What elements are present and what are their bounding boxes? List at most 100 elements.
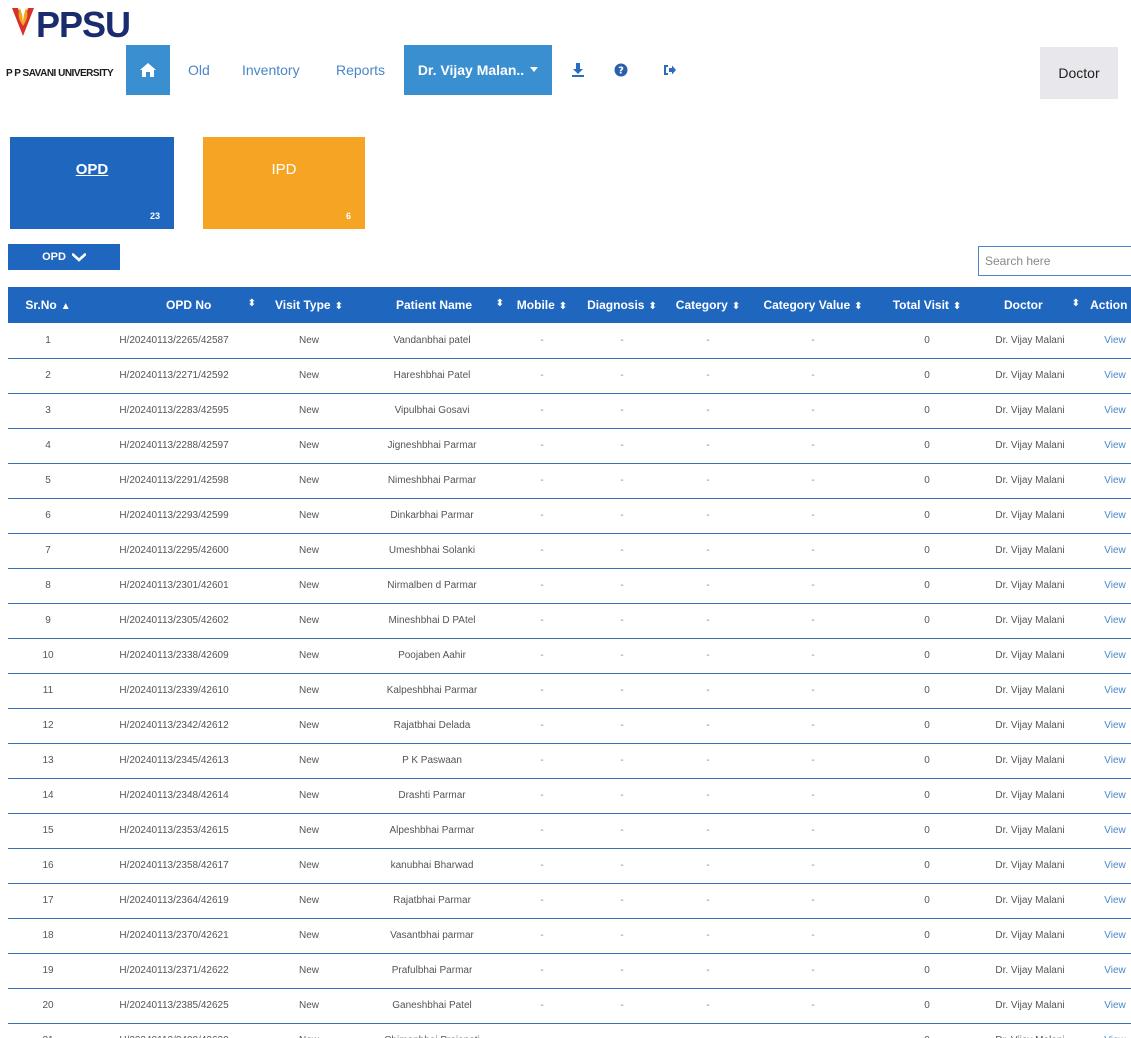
cell-diagnosis: -: [620, 930, 624, 941]
cell-doctor: Dr. Vijay Malani: [995, 580, 1065, 591]
view-link[interactable]: View: [1082, 988, 1131, 1023]
ipd-tile-label: IPD: [271, 161, 297, 178]
cell-doctor: Dr. Vijay Malani: [995, 685, 1065, 696]
view-link[interactable]: View: [1082, 918, 1131, 953]
view-link[interactable]: View: [1082, 848, 1131, 883]
col-header-action[interactable]: Action⬍: [1082, 287, 1131, 323]
cell-diagnosis: -: [620, 510, 624, 521]
view-link[interactable]: View: [1082, 603, 1131, 638]
view-link[interactable]: View: [1082, 323, 1131, 358]
cell-patientname: Vipulbhai Gosavi: [394, 405, 470, 416]
sort-icon: ⬍: [558, 301, 568, 312]
user-menu-dropdown[interactable]: Dr. Vijay Malan..: [404, 45, 552, 95]
brand-name: PPSU: [36, 4, 131, 45]
view-link[interactable]: View: [1082, 638, 1131, 673]
cell-diagnosis: -: [620, 615, 624, 626]
cell-opdno: H/20240113/2371/42622: [119, 965, 229, 976]
opd-summary-tile[interactable]: OPD 23: [10, 137, 174, 229]
nav-link-old[interactable]: Old: [188, 62, 210, 78]
col-header-categoryvalue[interactable]: Category Value ⬍: [750, 287, 876, 323]
view-link[interactable]: View: [1082, 743, 1131, 778]
col-header-patientname[interactable]: Patient Name ⬍: [358, 287, 506, 323]
col-header-visittype[interactable]: Visit Type ⬍: [260, 287, 358, 323]
cell-doctor: Dr. Vijay Malani: [995, 334, 1065, 346]
view-link[interactable]: View: [1082, 1023, 1131, 1038]
cell-mobile: -: [540, 580, 544, 591]
nav-link-reports[interactable]: Reports: [336, 62, 385, 78]
view-link[interactable]: View: [1082, 533, 1131, 568]
help-button[interactable]: ?: [611, 60, 631, 80]
cell-diagnosis: -: [578, 1023, 666, 1038]
opd-tile-label[interactable]: OPD: [10, 161, 174, 178]
cell-srno: 6: [45, 510, 51, 521]
cell-categoryvalue: -: [811, 475, 815, 486]
cell-opdno: H/20240113/2295/42600: [119, 545, 229, 556]
search-input[interactable]: [978, 246, 1131, 276]
ipd-tile-count: 6: [345, 211, 351, 221]
view-link[interactable]: View: [1082, 463, 1131, 498]
cell-doctor: Dr. Vijay Malani: [995, 405, 1065, 416]
view-link[interactable]: View: [1082, 813, 1131, 848]
sort-icon: ⬍: [334, 301, 343, 312]
cell-patientname: Kalpeshbhai Parmar: [386, 685, 478, 696]
col-header-opdno[interactable]: OPD No ⬍: [88, 287, 260, 323]
cell-mobile: -: [540, 405, 544, 416]
sort-icon: ⬍: [648, 301, 657, 312]
cell-srno: 21: [8, 1023, 88, 1038]
opd-type-dropdown[interactable]: OPD: [8, 244, 120, 270]
view-link[interactable]: View: [1082, 708, 1131, 743]
cell-category: -: [706, 615, 710, 626]
cell-category: -: [706, 405, 710, 416]
cell-diagnosis: -: [620, 755, 624, 766]
cell-srno: 4: [45, 440, 51, 451]
col-header-doctor[interactable]: Doctor ⬍: [978, 287, 1082, 323]
cell-category: -: [706, 860, 710, 871]
view-link[interactable]: View: [1082, 673, 1131, 708]
cell-opdno: H/20240113/2353/42615: [119, 825, 229, 836]
view-link[interactable]: View: [1082, 393, 1131, 428]
view-link[interactable]: View: [1082, 883, 1131, 918]
cell-doctor: Dr. Vijay Malani: [995, 860, 1065, 871]
col-header-srno[interactable]: Sr.No ▲: [8, 287, 88, 323]
col-header-category[interactable]: Category ⬍: [666, 287, 750, 323]
cell-patientname: Vandanbhai patel: [393, 334, 471, 346]
table-row: 9 H/20240113/2305/42602 New Mineshbhai D PA…: [8, 603, 1131, 638]
view-link[interactable]: View: [1082, 953, 1131, 988]
ipd-summary-tile[interactable]: IPD 6: [203, 137, 365, 229]
cell-visittype: New: [298, 545, 319, 556]
brand-logo[interactable]: PPSU P P SAVANI UNIVERSITY: [6, 4, 131, 94]
view-link[interactable]: View: [1082, 498, 1131, 533]
cell-srno: 19: [42, 965, 54, 976]
sort-icon: ⬍: [854, 301, 863, 312]
cell-mobile: -: [540, 790, 544, 801]
cell-doctor: Dr. Vijay Malani: [995, 1000, 1065, 1011]
cell-diagnosis: -: [620, 790, 624, 801]
view-link[interactable]: View: [1082, 778, 1131, 813]
cell-diagnosis: -: [620, 334, 624, 346]
cell-totalvisit: 0: [924, 1000, 930, 1011]
cell-visittype: New: [260, 1023, 358, 1038]
cell-doctor: Dr. Vijay Malani: [995, 475, 1065, 486]
download-button[interactable]: [568, 60, 588, 80]
col-header-mobile[interactable]: Mobile ⬍: [506, 287, 578, 323]
view-link[interactable]: View: [1082, 568, 1131, 603]
logout-button[interactable]: [660, 60, 680, 80]
home-icon: [140, 63, 156, 77]
nav-link-inventory[interactable]: Inventory: [242, 62, 300, 78]
opd-table-container: Sr.No ▲ OPD No ⬍ Visit Type ⬍ Patient Name ⬍…: [8, 287, 1131, 1038]
cell-opdno: H/20240113/2265/42587: [119, 334, 229, 346]
cell-patientname: Hareshbhai Patel: [393, 370, 471, 381]
home-button[interactable]: [126, 45, 170, 95]
col-header-diagnosis[interactable]: Diagnosis ⬍: [578, 287, 666, 323]
cell-srno: 15: [42, 825, 54, 836]
cell-diagnosis: -: [620, 650, 624, 661]
cell-mobile: -: [540, 440, 544, 451]
cell-categoryvalue: -: [811, 720, 815, 731]
view-link[interactable]: View: [1082, 358, 1131, 393]
col-header-totalvisit[interactable]: Total Visit ⬍: [876, 287, 978, 323]
view-link[interactable]: View: [1082, 428, 1131, 463]
help-icon: ?: [614, 63, 628, 77]
cell-totalvisit: 0: [924, 615, 930, 626]
cell-diagnosis: -: [620, 370, 624, 381]
cell-diagnosis: -: [620, 895, 624, 906]
